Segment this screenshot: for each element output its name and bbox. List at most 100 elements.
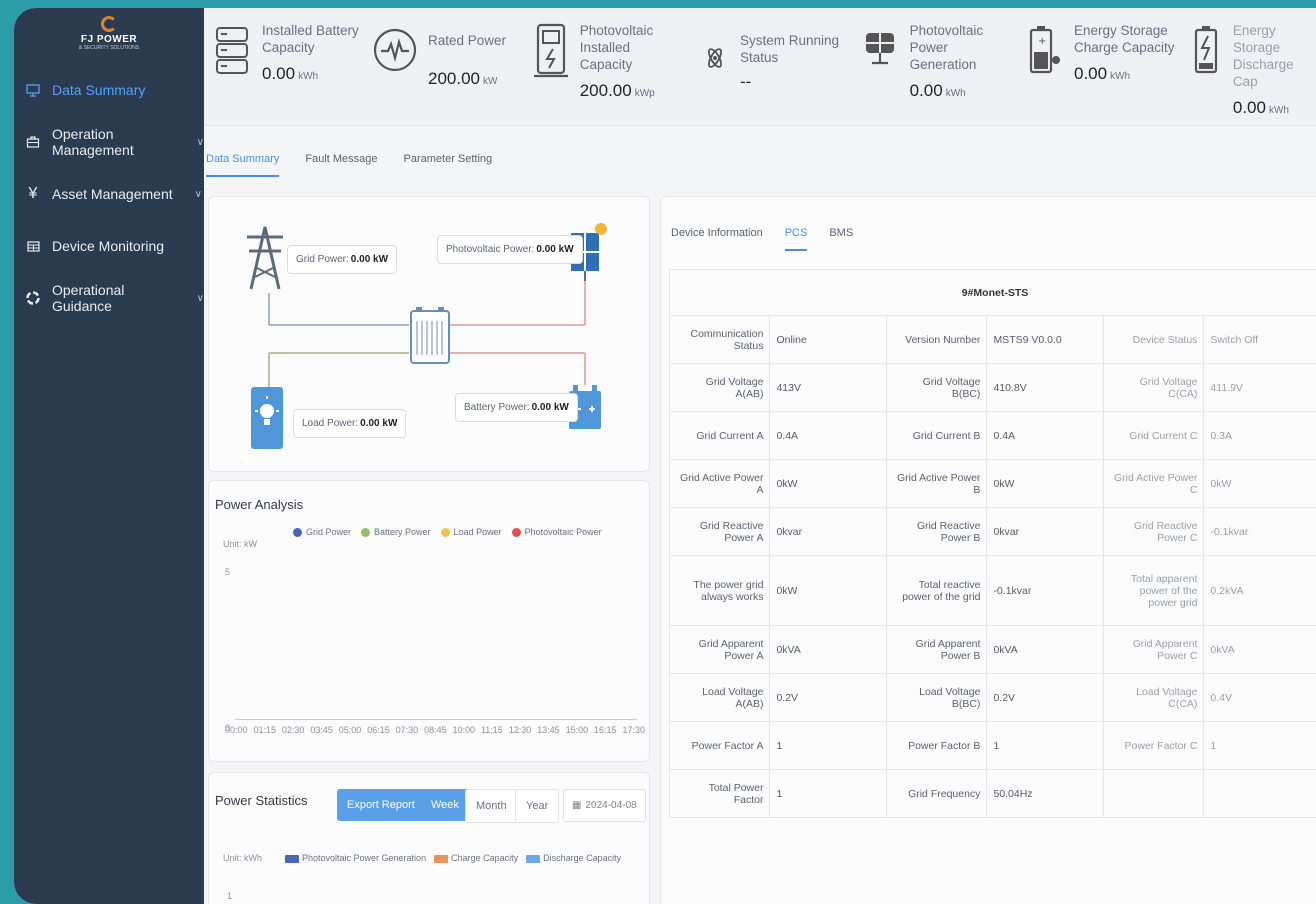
chevron-down-icon: ∨ bbox=[194, 188, 202, 200]
stat-value: 200.00 kW bbox=[428, 69, 498, 88]
table-value-cell: 0kW bbox=[1203, 459, 1316, 508]
x-tick-label: 16:15 bbox=[594, 725, 617, 735]
stat-label: Capacity bbox=[579, 57, 633, 72]
stat-label: Discharge Cap bbox=[1232, 57, 1294, 89]
table-row: Grid Apparent Power A 0kVA Grid Apparent P… bbox=[668, 625, 1316, 674]
table-key-cell: Load Voltage B(BC) bbox=[885, 673, 988, 722]
energy-flow-card: Grid Power: 0.00 kW Photovoltaic Power: 0.… bbox=[208, 196, 650, 472]
table-key-cell: The power grid always works bbox=[668, 555, 771, 626]
week-button[interactable]: Week bbox=[421, 789, 469, 821]
tab-device-information[interactable]: Device Information bbox=[671, 227, 763, 251]
pulse-icon bbox=[372, 22, 418, 78]
stat-pv-generation: Photovoltaic Power Generation 0.00 kWh bbox=[860, 22, 1024, 102]
table-key-cell: Power Factor A bbox=[668, 721, 771, 770]
app-window: FJ POWER & SECURITY SOLUTIONS Data Summa… bbox=[14, 8, 1316, 904]
table-value-cell: 0.4V bbox=[1203, 673, 1316, 722]
x-tick-label: 13:45 bbox=[537, 725, 560, 735]
legend-item[interactable]: Photovoltaic Power Generation bbox=[285, 853, 426, 863]
charging-station-icon bbox=[532, 22, 570, 78]
device-title: 9#Monet-STS bbox=[669, 269, 1316, 316]
table-row: Grid Active Power A 0kW Grid Active Power … bbox=[668, 459, 1316, 508]
table-key-cell: Grid Voltage B(BC) bbox=[885, 363, 988, 412]
tab-fault-message[interactable]: Fault Message bbox=[305, 153, 377, 177]
x-tick-label: 17:30 bbox=[622, 725, 645, 735]
x-axis-ticks: 00:00 01:15 02:30 03:45 05:00 06:15 07:30 08:45… bbox=[225, 725, 645, 735]
y-tick-first: 1 bbox=[227, 891, 233, 901]
stat-value: 0.00 kWh bbox=[1074, 64, 1131, 83]
stat-pv-installed: Photovoltaic Installed Capacity 200.00 kW… bbox=[532, 22, 700, 102]
table-key-cell: Total Power Factor bbox=[668, 769, 771, 818]
table-row: Grid Voltage A(AB) 413V Grid Voltage B(BC)… bbox=[668, 363, 1316, 412]
table-value-cell: MSTS9 V0.0.0 bbox=[986, 315, 1104, 364]
y-tick-top: 5 bbox=[225, 567, 231, 577]
power-analysis-title: Power Analysis bbox=[215, 497, 304, 512]
legend-item[interactable]: Photovoltaic Power bbox=[511, 527, 602, 538]
table-value-cell: 0.2V bbox=[769, 673, 887, 722]
stat-label: Rated Power bbox=[428, 33, 507, 48]
tab-parameter-setting[interactable]: Parameter Setting bbox=[404, 153, 493, 177]
table-key-cell: Grid Reactive Power A bbox=[668, 507, 771, 556]
table-key-cell: Grid Apparent Power B bbox=[885, 625, 988, 674]
table-row: Total Power Factor 1 Grid Frequency 50.04Hz bbox=[668, 769, 1316, 818]
legend-item[interactable]: Discharge Capacity bbox=[526, 853, 621, 863]
stat-label: Photovoltaic Power bbox=[909, 23, 984, 55]
table-key-cell: Grid Current A bbox=[668, 411, 771, 460]
table-value-cell: 0kW bbox=[769, 459, 887, 508]
table-value-cell: -0.1kvar bbox=[1203, 507, 1316, 556]
sidebar-item-operational-guidance[interactable]: Operational Guidance ∨ bbox=[14, 272, 204, 324]
legend-item[interactable]: Charge Capacity bbox=[434, 853, 518, 863]
atom-icon bbox=[700, 30, 730, 86]
table-value-cell: 0.4A bbox=[986, 411, 1104, 460]
table-value-cell: 0kvar bbox=[769, 507, 887, 556]
legend-item[interactable]: Grid Power bbox=[293, 527, 351, 538]
export-report-button[interactable]: Export Report bbox=[337, 789, 425, 821]
sidebar-item-label: Data Summary bbox=[52, 82, 146, 98]
stat-value: 200.00 kWp bbox=[579, 81, 655, 100]
logo-icon bbox=[101, 15, 117, 32]
table-value-cell: 413V bbox=[769, 363, 887, 412]
tab-data-summary[interactable]: Data Summary bbox=[206, 153, 280, 177]
power-statistics-card: Power Statistics Export Report Week Mont… bbox=[208, 772, 650, 904]
month-button[interactable]: Month bbox=[465, 789, 518, 823]
power-tower-icon bbox=[247, 226, 283, 290]
x-tick-label: 05:00 bbox=[338, 725, 362, 735]
table-key-cell: Total apparent power of the power grid bbox=[1102, 555, 1205, 626]
statistics-legend: Photovoltaic Power Generation Charge Cap… bbox=[285, 853, 621, 863]
date-picker[interactable]: ▦ 2024-04-08 bbox=[563, 789, 646, 822]
load-power-box: Load Power: 0.00 kW bbox=[293, 409, 407, 438]
legend-item[interactable]: Battery Power bbox=[361, 527, 431, 538]
x-tick-label: 01:15 bbox=[253, 725, 276, 735]
logo: FJ POWER & SECURITY SOLUTIONS bbox=[14, 8, 204, 58]
stat-value: 0.00 kWh bbox=[262, 64, 319, 83]
table-key-cell: Version Number bbox=[885, 315, 988, 364]
table-key-cell: Load Voltage C(CA) bbox=[1102, 673, 1205, 722]
sidebar-item-asset-management[interactable]: ¥ Asset Management ∨ bbox=[14, 168, 204, 220]
sidebar-item-device-monitoring[interactable]: Device Monitoring bbox=[14, 220, 204, 272]
grid-power-box: Grid Power: 0.00 kW bbox=[287, 245, 398, 274]
legend-item[interactable]: Load Power bbox=[440, 527, 502, 538]
brand-tagline: & SECURITY SOLUTIONS bbox=[78, 44, 140, 51]
table-row: The power grid always works 0kW Total reac… bbox=[668, 555, 1316, 626]
stat-charge-capacity: + Energy Storage Charge Capacity 0.00 kWh bbox=[1024, 22, 1190, 102]
stat-label: Status bbox=[740, 50, 779, 65]
table-value-cell: 0kVA bbox=[769, 625, 887, 674]
tab-bms[interactable]: BMS bbox=[829, 227, 853, 251]
battery-stack-icon bbox=[212, 22, 252, 78]
sidebar-item-data-summary[interactable]: Data Summary bbox=[14, 64, 204, 116]
table-key-cell: Grid Reactive Power B bbox=[885, 507, 988, 556]
stat-label: Capacity bbox=[262, 40, 315, 55]
statistics-unit: Unit: kWh bbox=[223, 853, 263, 863]
analysis-unit: Unit: kW bbox=[223, 539, 258, 549]
briefcase-icon bbox=[26, 135, 40, 149]
pv-power-box: Photovoltaic Power: 0.00 kW bbox=[437, 235, 583, 264]
stat-value: 0.00 kWh bbox=[909, 81, 966, 100]
tab-pcs[interactable]: PCS bbox=[784, 227, 808, 251]
year-button[interactable]: Year bbox=[515, 789, 560, 823]
x-tick-label: 10:00 bbox=[452, 725, 476, 735]
x-tick-label: 00:00 bbox=[225, 725, 248, 735]
table-row: Grid Current A 0.4A Grid Current B 0.4A Grid… bbox=[668, 411, 1316, 460]
table-key-cell: Grid Active Power C bbox=[1102, 459, 1205, 508]
monitor-icon bbox=[26, 83, 40, 97]
sidebar-item-operation-management[interactable]: Operation Management ∨ bbox=[14, 116, 204, 168]
stat-label: Installed Battery bbox=[262, 23, 359, 38]
